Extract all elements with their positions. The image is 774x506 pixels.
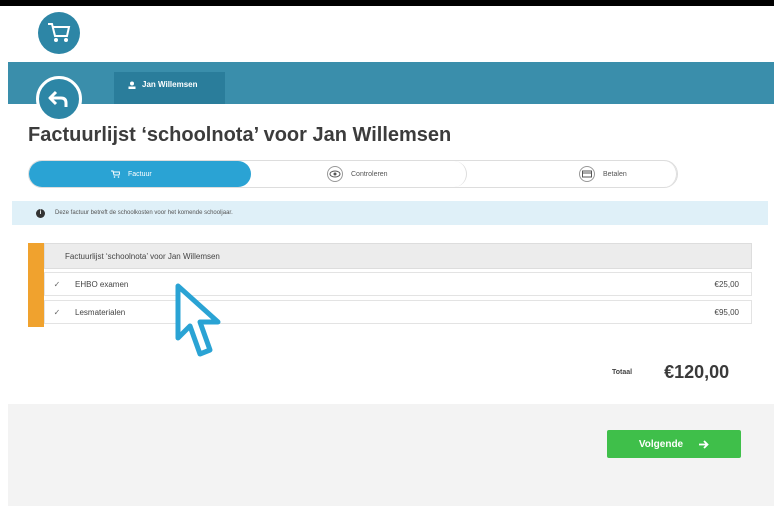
total-value: €120,00 — [664, 362, 730, 382]
user-tab-label: Jan Willemsen — [142, 80, 198, 89]
item-name: Lesmaterialen — [75, 307, 126, 317]
user-tab[interactable]: Jan Willemsen — [114, 72, 225, 116]
invoice-accent-bar — [28, 243, 44, 327]
invoice-row[interactable]: ✓ Lesmaterialen €95,00 — [44, 300, 752, 324]
item-price: €25,00 — [714, 279, 739, 289]
step-label: Betalen — [603, 170, 627, 178]
step-betalen[interactable]: Betalen — [467, 161, 677, 187]
info-icon: i — [36, 208, 45, 218]
step-factuur[interactable]: Factuur — [29, 161, 251, 187]
back-button[interactable] — [36, 76, 82, 122]
totals: Totaal €120,00 — [612, 362, 729, 383]
next-button[interactable]: Volgende — [607, 430, 741, 458]
page-title: Factuurlijst ‘schoolnota’ voor Jan Wille… — [28, 124, 452, 146]
arrow-right-icon — [699, 439, 709, 449]
top-black-bar — [0, 0, 774, 6]
eye-icon — [327, 166, 343, 182]
cart-icon — [48, 23, 71, 42]
user-tab-body — [114, 104, 225, 116]
cart-icon — [111, 170, 120, 178]
progress-steps: Factuur Controleren Betalen — [28, 160, 678, 188]
pointer-cursor-icon — [175, 283, 221, 357]
info-banner: i Deze factuur betreft de schoolkosten v… — [12, 201, 768, 225]
item-name: EHBO examen — [75, 279, 129, 289]
user-icon — [128, 81, 136, 89]
invoice-heading: Factuurlijst ‘schoolnota’ voor Jan Wille… — [44, 243, 752, 269]
check-icon[interactable]: ✓ — [45, 280, 69, 289]
back-arrow-icon — [48, 90, 68, 107]
item-price: €95,00 — [714, 307, 739, 317]
step-controleren[interactable]: Controleren — [251, 161, 467, 187]
credit-card-icon — [579, 166, 595, 182]
step-label: Controleren — [351, 170, 388, 178]
step-label: Factuur — [128, 170, 152, 178]
total-label: Totaal — [612, 369, 633, 376]
user-tab-header: Jan Willemsen — [128, 80, 198, 89]
info-text: Deze factuur betreft de schoolkosten voo… — [55, 210, 233, 216]
invoice-row[interactable]: ✓ EHBO examen €25,00 — [44, 272, 752, 296]
next-button-label: Volgende — [638, 438, 684, 450]
cart-button[interactable] — [38, 12, 80, 54]
check-icon[interactable]: ✓ — [45, 308, 69, 317]
